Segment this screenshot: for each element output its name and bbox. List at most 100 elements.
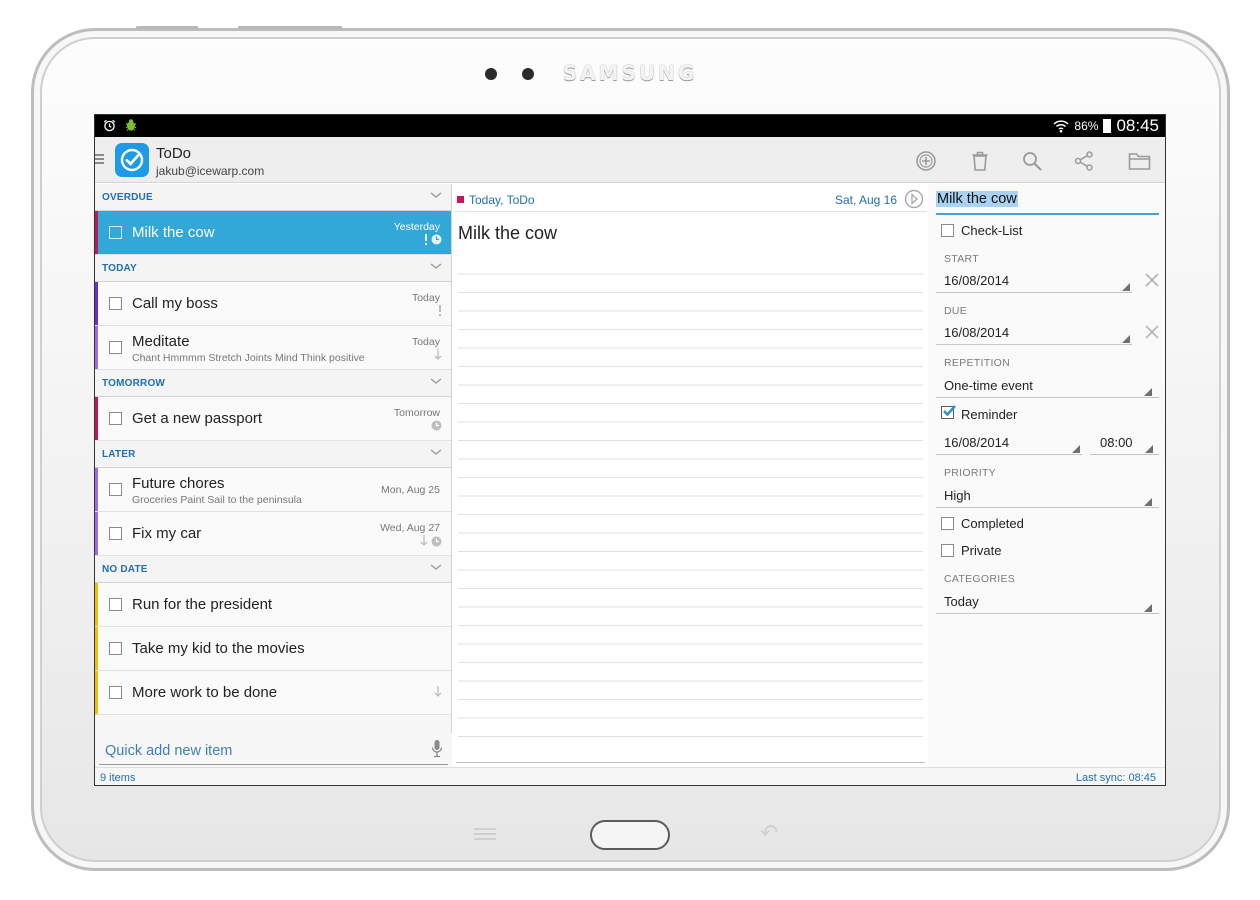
task-item-fix-my-car[interactable]: Fix my car Wed, Aug 27 [95,512,451,556]
back-key-icon[interactable]: ↶ [760,823,786,845]
task-checkbox[interactable] [109,686,122,699]
front-camera [522,68,534,80]
task-checkbox[interactable] [109,642,122,655]
share-button[interactable] [1070,147,1098,175]
priority-low-arrow-icon [434,349,442,360]
search-icon [1023,152,1042,171]
priority-low-arrow-icon [420,535,428,546]
private-checkbox[interactable] [941,544,954,557]
category-color-bar [95,282,98,325]
wifi-icon [1053,120,1069,133]
category-color-bar [95,671,98,714]
quick-add-field[interactable]: Quick add new item [95,733,452,767]
debug-bug-icon [126,119,136,131]
task-checkbox[interactable] [109,412,122,425]
priority-select[interactable]: High [944,488,971,503]
task-checklist-preview: Groceries Paint Sail to the peninsula [132,494,302,506]
completed-label: Completed [961,516,1024,531]
field-underline [936,344,1132,345]
app-title: ToDo [156,145,192,162]
task-item-milk-the-cow[interactable]: Milk the cow Yesterday [95,211,451,255]
reminder-clock-icon [431,536,442,546]
priority-high-icon [425,234,427,245]
category-color-bar [95,468,98,511]
task-checklist-preview: Chant Hmmmm Stretch Joints Mind Think po… [132,352,365,364]
task-due-date: Today [411,292,440,304]
field-underline [936,454,1082,455]
category-color-bar [95,397,98,440]
menu-key-icon[interactable] [474,828,496,842]
field-underline [936,613,1159,614]
reminder-label: Reminder [961,407,1018,422]
categories-select[interactable]: Today [944,594,979,609]
next-arrow-icon[interactable] [904,189,924,209]
note-body[interactable] [458,256,923,750]
account-email: jakub@icewarp.com [156,164,265,178]
task-item-get-a-new-passport[interactable]: Get a new passport Tomorrow [95,397,451,441]
delete-button[interactable] [966,147,994,175]
task-item-more-work-to-be-done[interactable]: More work to be done [95,671,451,715]
section-header-later[interactable]: LATER [95,441,451,468]
status-bar: 86% 08:45 [95,115,1165,137]
field-underline [1090,454,1159,455]
checklist-checkbox[interactable] [941,224,954,237]
field-underline [936,397,1159,398]
reminder-time-field[interactable]: 08:00 [1100,435,1133,450]
task-notes-pane: Today, ToDo Sat, Aug 16 Milk the cow [454,184,927,767]
home-button[interactable] [590,820,670,850]
clear-start-icon[interactable] [1144,272,1160,288]
section-header-tomorrow[interactable]: TOMORROW [95,370,451,397]
task-due-date: Yesterday [393,221,440,233]
item-count: 9 items [100,772,136,784]
repetition-label: REPETITION [944,357,1011,369]
repetition-select[interactable]: One-time event [944,378,1033,393]
notes-divider [456,762,925,763]
task-checkbox[interactable] [109,297,122,310]
microphone-icon[interactable] [431,739,443,759]
drawer-indicator-icon[interactable] [95,154,104,166]
priority-label: PRIORITY [944,467,996,479]
action-bar: ToDo jakub@icewarp.com [95,137,1165,183]
section-header-no-date[interactable]: NO DATE [95,556,451,583]
task-checkbox[interactable] [109,226,122,239]
task-checkbox[interactable] [109,483,122,496]
task-item-future-chores[interactable]: Future chores Groceries Paint Sail to th… [95,468,451,512]
due-date-field[interactable]: 16/08/2014 [944,325,1009,340]
app-logo[interactable] [115,143,149,177]
task-checkbox[interactable] [109,527,122,540]
footer-bar: 9 items Last sync: 08:45 [95,767,1165,785]
section-header-today[interactable]: TODAY [95,255,451,282]
task-item-meditate[interactable]: Meditate Chant Hmmmm Stretch Joints Mind… [95,326,451,370]
checklist-label: Check-List [961,223,1023,238]
task-list: OVERDUE Milk the cow Yesterday TODAY Cal… [95,184,452,767]
note-title: Milk the cow [458,223,558,243]
section-label: OVERDUE [102,192,153,203]
notes-header: Today, ToDo Sat, Aug 16 [454,184,927,212]
dropdown-corner-icon [1144,388,1152,396]
task-title: More work to be done [132,684,278,701]
add-task-button[interactable] [912,147,940,175]
task-item-call-my-boss[interactable]: Call my boss Today [95,282,451,326]
completed-checkbox[interactable] [941,517,954,530]
search-button[interactable] [1018,147,1046,175]
start-date-field[interactable]: 16/08/2014 [944,273,1009,288]
task-checkbox[interactable] [109,341,122,354]
reminder-date-field[interactable]: 16/08/2014 [944,435,1009,450]
clear-due-icon[interactable] [1144,324,1160,340]
field-underline [936,292,1132,293]
task-item-take-my-kid-to-the-movies[interactable]: Take my kid to the movies [95,627,451,671]
task-checkbox[interactable] [109,598,122,611]
task-title: Milk the cow [132,224,215,241]
category-color-bar [95,583,98,626]
chevron-down-icon [430,263,442,269]
section-label: TODAY [102,263,137,274]
category-color-bar [95,326,98,369]
chevron-down-icon [430,378,442,384]
reminder-checkbox[interactable] [941,405,956,419]
section-header-overdue[interactable]: OVERDUE [95,184,451,211]
reminder-clock-icon [431,420,442,431]
title-field[interactable]: Milk the cow [936,190,1159,215]
task-item-run-for-the-president[interactable]: Run for the president [95,583,451,627]
folder-button[interactable] [1126,147,1154,175]
section-label: TOMORROW [102,378,166,389]
